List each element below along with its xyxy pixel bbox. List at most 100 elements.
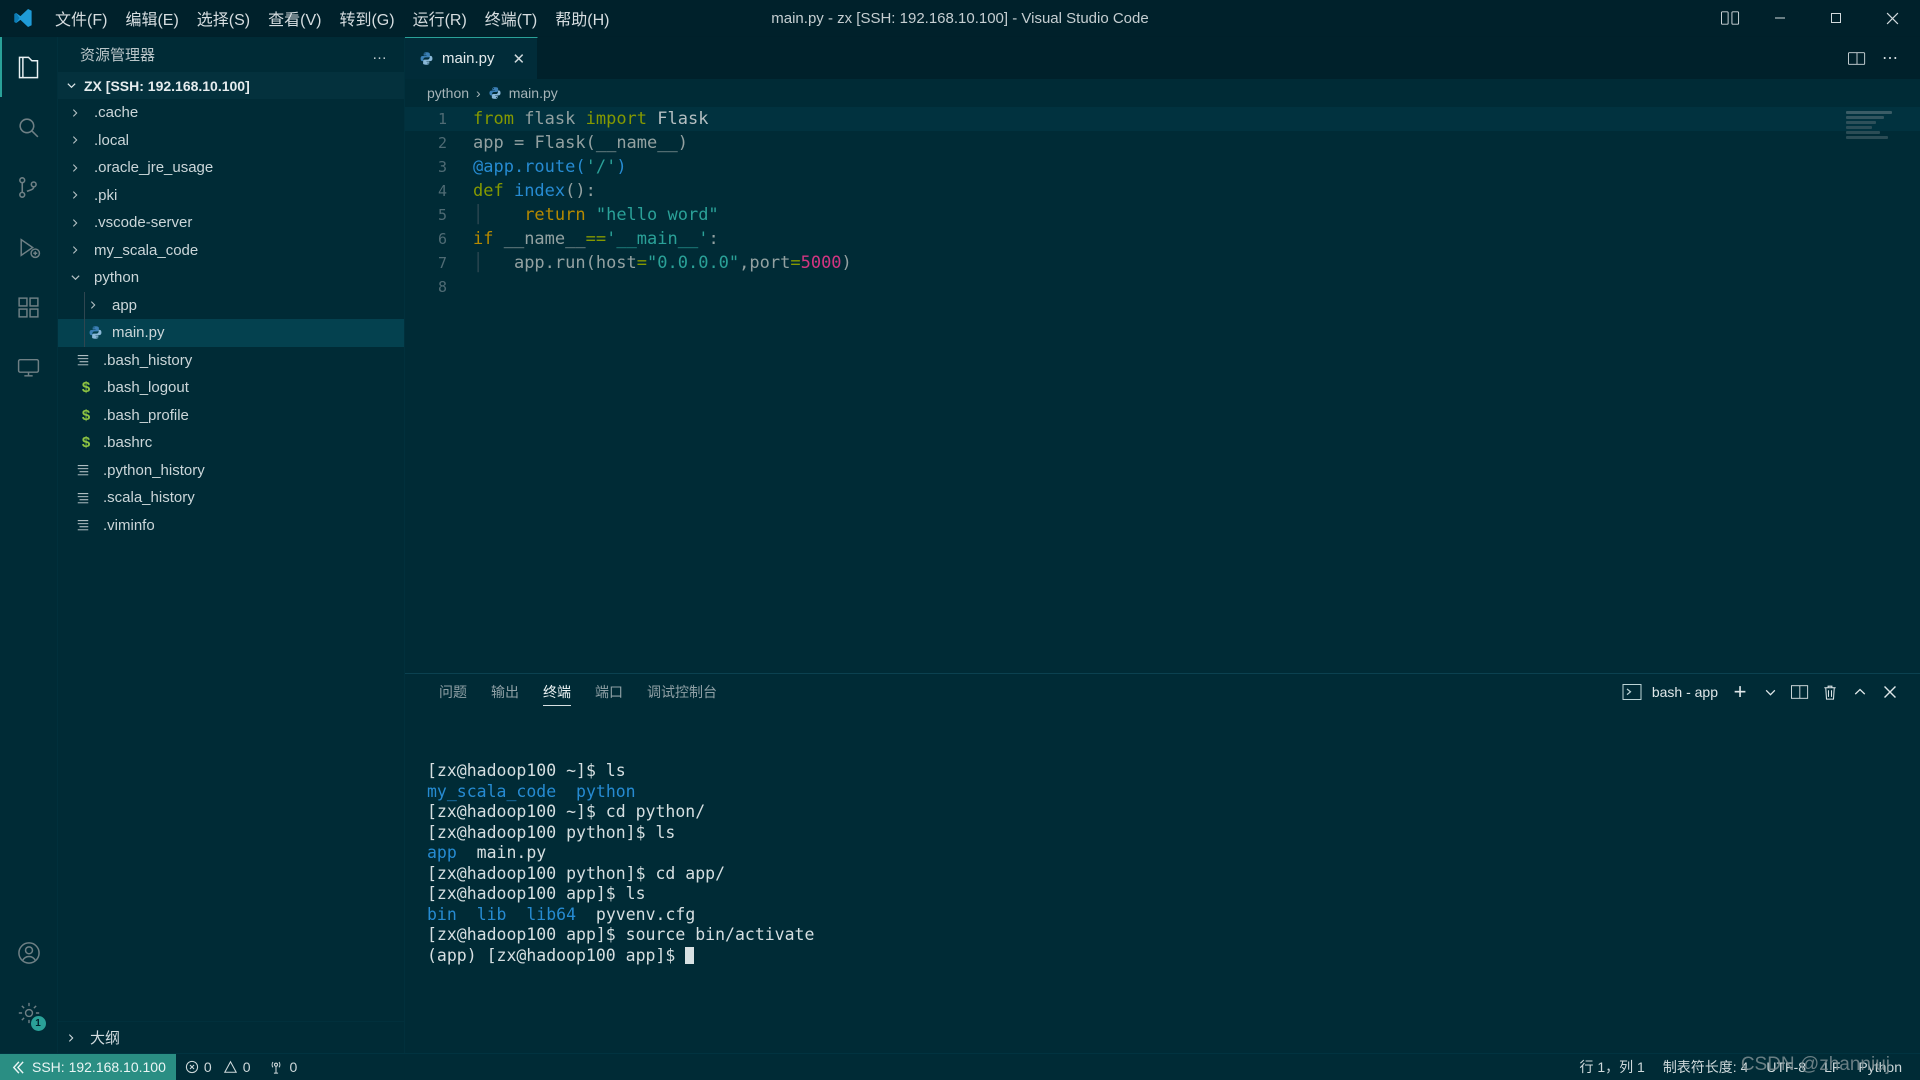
- status-language-mode[interactable]: Python: [1849, 1054, 1920, 1080]
- tree-item-scala-history[interactable]: .scala_history: [58, 484, 404, 512]
- activity-extensions[interactable]: [0, 277, 58, 337]
- status-cursor-position[interactable]: 行 1，列 1: [1570, 1054, 1653, 1080]
- status-remote-indicator[interactable]: SSH: 192.168.10.100: [0, 1053, 176, 1080]
- maximize-button[interactable]: [1808, 0, 1864, 37]
- terminal-segment: app: [427, 843, 457, 862]
- menu-go[interactable]: 转到(G): [330, 0, 403, 37]
- terminal-segment: [zx@hadoop100 python]$ cd app/: [427, 863, 726, 883]
- code-token: @app.route(: [473, 157, 586, 177]
- sidebar-outline-section[interactable]: 大纲: [58, 1021, 404, 1053]
- indent-guide: [84, 319, 85, 347]
- panel-tab-problems[interactable]: 问题: [427, 674, 479, 710]
- terminal-segment: [556, 782, 576, 801]
- tree-item-bash-profile[interactable]: $ .bash_profile: [58, 402, 404, 430]
- line-number: 7: [437, 254, 447, 272]
- minimize-button[interactable]: [1752, 0, 1808, 37]
- terminal-output[interactable]: [zx@hadoop100 ~]$ ls my_scala_code python…: [405, 710, 1920, 1053]
- tree-item-label: .bash_profile: [103, 406, 189, 424]
- menu-help[interactable]: 帮助(H): [546, 0, 618, 37]
- chevron-right-icon: [70, 135, 88, 145]
- tree-item-label: .oracle_jre_usage: [94, 159, 214, 177]
- close-panel-icon[interactable]: [1876, 674, 1904, 710]
- panel-tab-label: 问题: [439, 684, 467, 700]
- tree-item-app[interactable]: app: [58, 291, 404, 319]
- breadcrumb-file[interactable]: main.py: [509, 85, 558, 101]
- files-icon: [15, 54, 42, 81]
- radio-tower-icon: [268, 1060, 284, 1075]
- status-tab-size[interactable]: 制表符长度: 4: [1654, 1054, 1758, 1080]
- status-encoding[interactable]: UTF-8: [1757, 1054, 1815, 1080]
- new-terminal-icon[interactable]: +: [1726, 674, 1754, 710]
- tree-item-python-history[interactable]: .python_history: [58, 457, 404, 485]
- panel-tab-terminal[interactable]: 终端: [531, 674, 583, 710]
- status-remote-label: SSH: 192.168.10.100: [32, 1059, 166, 1075]
- menu-view-label: 查看(V): [268, 12, 322, 29]
- editor-minimap[interactable]: [1846, 111, 1906, 145]
- tree-item-pki[interactable]: .pki: [58, 182, 404, 210]
- tree-item-oracle-jre-usage[interactable]: .oracle_jre_usage: [58, 154, 404, 182]
- terminal-dropdown-icon[interactable]: [1756, 674, 1784, 710]
- tab-close-icon[interactable]: ✕: [513, 50, 526, 68]
- terminal-segment: (app) [zx@hadoop100 app]$: [427, 945, 686, 965]
- code-lines: 1 from flask import Flask 2 app = Flask(__n…: [405, 107, 1920, 299]
- terminal-line: (app) [zx@hadoop100 app]$: [427, 946, 1920, 967]
- tree-item-viminfo[interactable]: .viminfo: [58, 512, 404, 540]
- tree-item-cache[interactable]: .cache: [58, 99, 404, 127]
- menu-view[interactable]: 查看(V): [259, 0, 330, 37]
- terminal-selector-label[interactable]: bash - app: [1648, 684, 1724, 700]
- tree-item-main-py[interactable]: main.py: [58, 319, 404, 347]
- activity-manage[interactable]: 1: [0, 983, 58, 1043]
- status-eol[interactable]: LF: [1815, 1054, 1849, 1080]
- tree-item-my-scala-code[interactable]: my_scala_code: [58, 237, 404, 265]
- menu-terminal[interactable]: 终端(T): [476, 0, 546, 37]
- terminal-shell-icon: [1618, 674, 1646, 710]
- activity-run-debug[interactable]: [0, 217, 58, 277]
- menu-edit[interactable]: 编辑(E): [116, 0, 187, 37]
- code-editor[interactable]: 1 from flask import Flask 2 app = Flask(__n…: [405, 107, 1920, 673]
- source-control-icon: [16, 175, 41, 200]
- activity-remote-explorer[interactable]: [0, 337, 58, 397]
- chevron-down-icon: [66, 80, 84, 91]
- status-ports[interactable]: 0: [259, 1054, 306, 1080]
- panel-tab-ports[interactable]: 端口: [583, 674, 635, 710]
- customize-layout-icon[interactable]: [1708, 0, 1752, 37]
- sidebar-root-label: ZX [SSH: 192.168.10.100]: [84, 77, 250, 94]
- line-number: 4: [437, 182, 447, 200]
- account-icon: [16, 940, 42, 966]
- kill-terminal-icon[interactable]: [1816, 674, 1844, 710]
- text-file-icon: [76, 353, 96, 367]
- code-text: from flask import Flask: [473, 107, 708, 131]
- terminal-line: [zx@hadoop100 app]$ ls: [427, 884, 1920, 905]
- line-number: 2: [437, 134, 447, 152]
- menu-run[interactable]: 运行(R): [404, 0, 476, 37]
- maximize-panel-icon[interactable]: [1846, 674, 1874, 710]
- status-problems[interactable]: 0 0: [176, 1054, 260, 1080]
- tree-item-vscode-server[interactable]: .vscode-server: [58, 209, 404, 237]
- tab-main-py[interactable]: main.py ✕: [405, 37, 539, 79]
- tree-item-bash-history[interactable]: .bash_history: [58, 347, 404, 375]
- tree-item-bash-logout[interactable]: $ .bash_logout: [58, 374, 404, 402]
- tree-item-label: .python_history: [103, 461, 205, 479]
- activity-search[interactable]: [0, 97, 58, 157]
- split-editor-icon[interactable]: [1842, 37, 1872, 79]
- split-terminal-icon[interactable]: [1786, 674, 1814, 710]
- code-token: def: [473, 181, 514, 201]
- tree-item-bashrc[interactable]: $ .bashrc: [58, 429, 404, 457]
- terminal-segment: [zx@hadoop100 app]$ source bin/activate: [427, 925, 815, 944]
- panel-tab-debug-console[interactable]: 调试控制台: [635, 674, 729, 710]
- activity-source-control[interactable]: [0, 157, 58, 217]
- tree-item-python[interactable]: python: [58, 264, 404, 292]
- menu-file[interactable]: 文件(F): [46, 0, 116, 37]
- menu-selection[interactable]: 选择(S): [188, 0, 259, 37]
- panel-tab-output[interactable]: 输出: [479, 674, 531, 710]
- breadcrumb-folder[interactable]: python: [427, 85, 469, 101]
- editor-more-actions-icon[interactable]: ⋯: [1876, 37, 1906, 79]
- explorer-more-actions-icon[interactable]: …: [364, 46, 396, 63]
- activity-explorer[interactable]: [0, 37, 58, 97]
- code-line: 7 │ app.run(host="0.0.0.0",port=5000): [405, 251, 1920, 275]
- activity-accounts[interactable]: [0, 923, 58, 983]
- close-button[interactable]: [1864, 0, 1920, 37]
- code-token: ,port: [739, 253, 791, 273]
- sidebar-root-folder[interactable]: ZX [SSH: 192.168.10.100]: [58, 72, 404, 99]
- tree-item-local[interactable]: .local: [58, 127, 404, 155]
